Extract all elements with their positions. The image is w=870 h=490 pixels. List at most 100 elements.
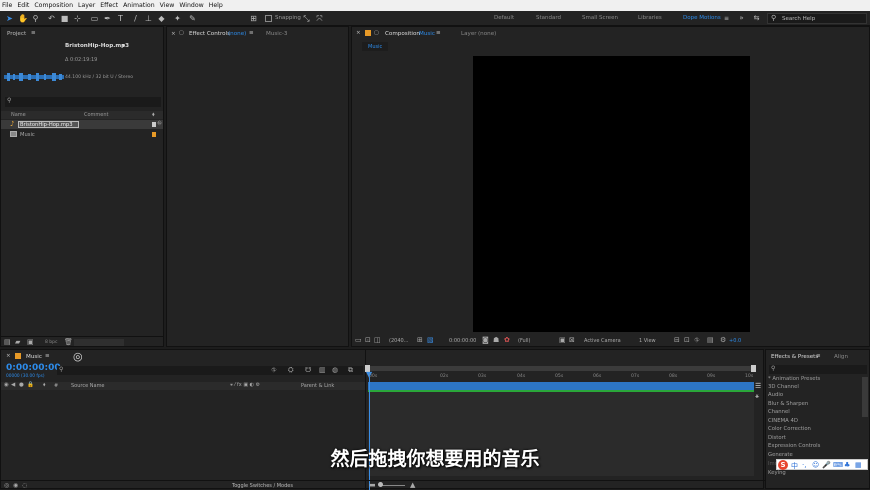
work-area-end-handle[interactable] (751, 365, 756, 372)
clone-stamp-tool-icon[interactable]: ⊥ (144, 14, 153, 23)
puppet-pin-tool-icon[interactable]: ✎ (188, 14, 197, 23)
pan-behind-tool-icon[interactable]: ⊹ (73, 14, 82, 23)
timeline-icon[interactable]: ▤ (707, 336, 714, 344)
3d-renderer-icon[interactable]: ⊡ (684, 336, 690, 344)
layer-tab[interactable]: Layer (461, 31, 477, 37)
project-item-row[interactable]: ♪ BristonHip-Hop.mp3 ⛗ (1, 120, 163, 129)
composition-timecode[interactable]: 0:00:00:00 (449, 338, 476, 344)
new-composition-icon[interactable]: ▣ (27, 338, 34, 346)
motion-blur-icon[interactable]: ◍ (332, 366, 338, 374)
rectangle-tool-icon[interactable]: ▭ (90, 14, 99, 23)
menu-effect[interactable]: Effect (100, 2, 118, 9)
menu-view[interactable]: View (160, 2, 175, 9)
panel-menu-icon[interactable]: ≡ (249, 30, 254, 36)
menu-file[interactable]: File (2, 2, 12, 9)
close-icon[interactable]: × (171, 31, 176, 37)
pen-tool-icon[interactable]: ✒ (103, 14, 112, 23)
effects-category[interactable]: Blur & Sharpen (768, 401, 808, 407)
scrollbar[interactable] (862, 377, 868, 417)
menu-composition[interactable]: Composition (34, 2, 73, 9)
effects-category[interactable]: * Animation Presets (768, 376, 820, 382)
project-item-row[interactable]: Music (1, 130, 163, 139)
audio-icon[interactable]: ◀ (11, 382, 15, 388)
grid-icon[interactable]: ⊞ (417, 336, 423, 344)
brush-tool-icon[interactable]: / (131, 14, 140, 23)
type-tool-icon[interactable]: T (116, 14, 125, 23)
exposure-value[interactable]: +0.0 (729, 338, 741, 344)
close-icon[interactable]: × (356, 30, 361, 36)
composition-chip[interactable]: Music (362, 42, 388, 51)
new-folder-icon[interactable]: ▰ (15, 338, 20, 346)
color-channel-icon[interactable]: ✿ (504, 336, 510, 344)
chevron-down-icon[interactable]: ▾ (122, 43, 125, 49)
effects-category[interactable]: Channel (768, 409, 790, 415)
flowchart-icon[interactable]: ⛗ (157, 120, 162, 128)
lock-icon[interactable]: ▢ (179, 30, 184, 36)
region-of-interest-icon[interactable]: ⊡ (365, 336, 371, 344)
menu-edit[interactable]: Edit (17, 2, 29, 9)
menu-animation[interactable]: Animation (123, 2, 155, 9)
project-bpc[interactable]: 8 bpc (45, 340, 57, 345)
comment-icon[interactable]: ☰ (755, 382, 761, 390)
close-icon[interactable]: × (6, 353, 11, 359)
label-tag-icon[interactable]: ⬧ (43, 382, 45, 389)
transparency-grid-icon[interactable]: ▧ (427, 336, 434, 344)
comp-button-icon[interactable]: ⚹ (755, 392, 759, 401)
timeline-timecode[interactable]: 0:00:00:00 (6, 363, 61, 373)
graph-editor-icon[interactable]: ⧉ (348, 366, 353, 375)
always-preview-icon[interactable]: ▭ (355, 336, 362, 344)
snap-features-icon[interactable]: ⤧ (315, 14, 324, 23)
label-color-swatch[interactable] (152, 132, 156, 137)
search-help-input[interactable]: ⚲ Search Help (767, 13, 867, 24)
timeline-region-bar[interactable] (368, 382, 754, 390)
shy-layers-icon[interactable]: ☋ (305, 366, 311, 374)
hand-tool-icon[interactable]: ✋ (18, 14, 28, 23)
work-area-bar[interactable] (368, 366, 754, 371)
roto-brush-tool-icon[interactable]: ✦ (173, 14, 182, 23)
snapshot-icon[interactable]: ◙ (482, 336, 489, 344)
panel-menu-icon[interactable]: ≡ (816, 353, 821, 359)
workspace-small-screen[interactable]: Small Screen (582, 15, 618, 21)
rotate-tool-icon[interactable]: ↶ (47, 14, 56, 23)
selection-tool-icon[interactable]: ➤ (5, 14, 14, 23)
draft-3d-icon[interactable]: ⛭ (288, 366, 294, 375)
menu-help[interactable]: Help (209, 2, 223, 9)
workspace-standard[interactable]: Standard (536, 15, 561, 21)
snap-edges-icon[interactable]: ⤡ (302, 14, 311, 23)
column-parent-link[interactable]: Parent & Link (301, 383, 334, 389)
zoom-out-icon[interactable]: ▬ (369, 481, 376, 489)
current-time-indicator[interactable] (369, 377, 370, 490)
label-color-swatch[interactable] (152, 122, 156, 127)
align-tab[interactable]: Align (834, 354, 848, 360)
solo-icon[interactable]: ● (19, 382, 24, 388)
align-icon[interactable]: ⊞ (249, 14, 258, 23)
menu-window[interactable]: Window (179, 2, 203, 9)
show-snapshot-icon[interactable]: ☗ (493, 336, 499, 344)
workspace-libraries[interactable]: Libraries (638, 15, 662, 21)
mask-visibility-icon[interactable]: ◫ (374, 336, 381, 344)
fast-preview-icon[interactable]: ⊠ (569, 336, 575, 344)
camera-dropdown[interactable]: Active Camera (584, 338, 621, 344)
flowchart-icon[interactable]: ⛗ (694, 336, 700, 345)
effects-category[interactable]: 3D Channel (768, 384, 799, 390)
interpret-footage-icon[interactable]: ▤ (4, 338, 11, 346)
panel-menu-icon[interactable]: ≡ (31, 30, 36, 36)
lock-icon[interactable]: ▢ (374, 30, 379, 36)
thumbnail-slider[interactable] (74, 339, 124, 346)
effects-category[interactable]: Audio (768, 392, 783, 398)
effects-category[interactable]: Distort (768, 435, 786, 441)
column-comment[interactable]: Comment (84, 112, 109, 118)
timeline-comp-tab[interactable]: Music (26, 354, 42, 360)
workspace-dope-motions[interactable]: Dope Motions (683, 15, 721, 21)
composition-viewer[interactable] (473, 56, 750, 332)
toggle-switches-modes[interactable]: Toggle Switches / Modes (232, 483, 293, 489)
comp-mini-flowchart-icon[interactable]: ⛗ (271, 366, 277, 375)
switches-icon[interactable]: ⚹ ⁄ fx ▣ ◐ ⚙ (230, 382, 260, 388)
zoom-slider-handle[interactable] (378, 482, 383, 487)
toggle-view-icon[interactable]: ▣ (559, 336, 566, 344)
zoom-in-icon[interactable]: ▲ (410, 481, 415, 489)
snapping-checkbox[interactable] (265, 15, 272, 22)
frame-blending-icon[interactable]: ▥ (319, 366, 326, 374)
settings-icon[interactable]: ⚙ (720, 336, 726, 344)
effects-category[interactable]: CINEMA 4D (768, 418, 798, 424)
